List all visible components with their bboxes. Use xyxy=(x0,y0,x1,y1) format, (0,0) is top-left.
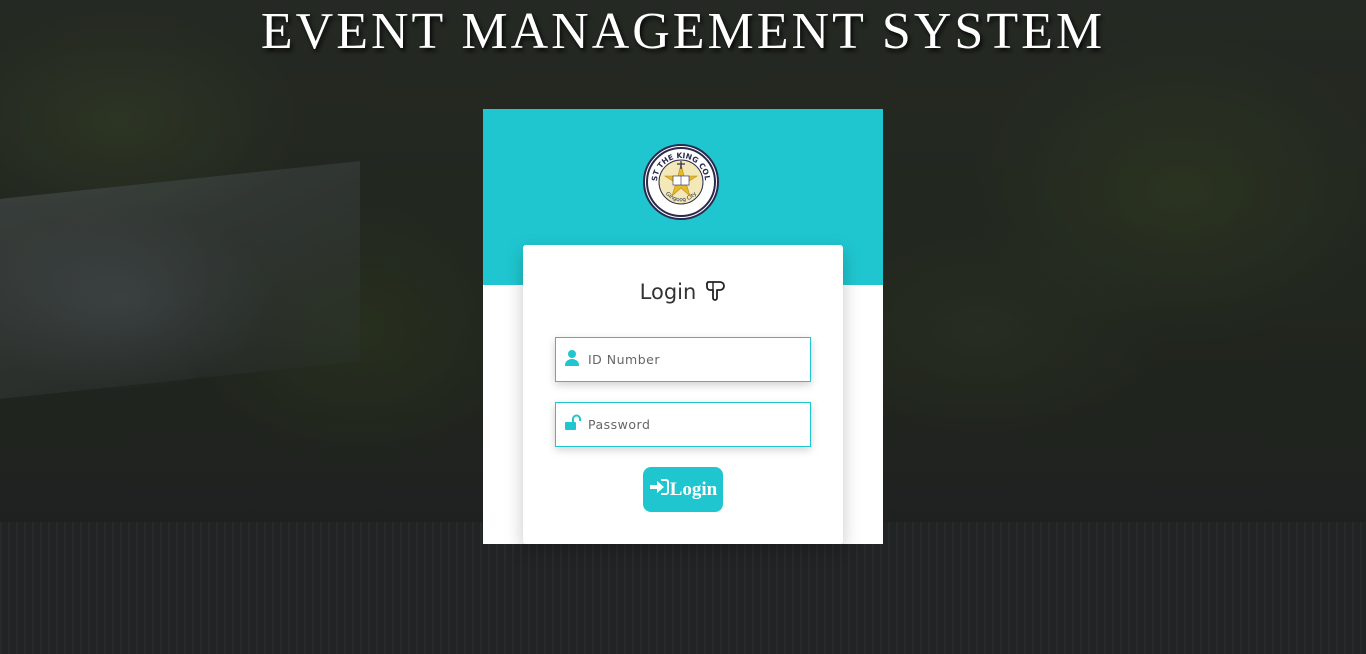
sign-in-icon xyxy=(649,478,669,502)
id-number-input[interactable] xyxy=(588,338,803,381)
password-input[interactable] xyxy=(588,403,803,446)
user-icon xyxy=(564,349,580,367)
college-logo: CHRIST THE KING COLLEGE Gingoog City xyxy=(643,144,719,220)
login-panel: CHRIST THE KING COLLEGE Gingoog City Log… xyxy=(483,109,883,544)
login-heading-label: Login xyxy=(639,280,697,304)
login-card: Login ID Number Login xyxy=(523,245,843,544)
login-heading: Login xyxy=(523,277,843,310)
login-button[interactable]: Login xyxy=(643,467,723,512)
hand-pointing-down-icon xyxy=(704,278,726,310)
id-number-field[interactable] xyxy=(555,337,811,382)
password-field[interactable] xyxy=(555,402,811,447)
unlock-icon xyxy=(564,414,581,432)
login-button-label: Login xyxy=(669,478,718,500)
page-title: EVENT MANAGEMENT SYSTEM xyxy=(260,3,1106,60)
